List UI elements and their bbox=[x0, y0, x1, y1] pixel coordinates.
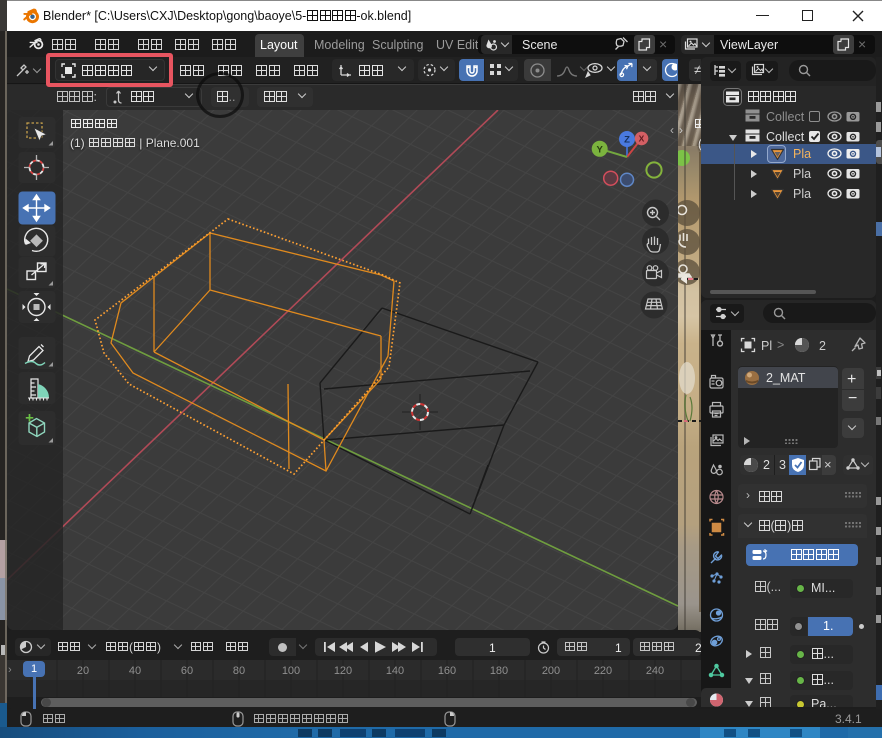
svg-text:220: 220 bbox=[594, 665, 612, 677]
svg-text:Z: Z bbox=[624, 135, 630, 146]
svg-text:100: 100 bbox=[282, 665, 300, 677]
svg-text:X: X bbox=[639, 134, 645, 144]
svg-text:200: 200 bbox=[542, 665, 560, 677]
svg-text:140: 140 bbox=[386, 665, 404, 677]
svg-text:180: 180 bbox=[490, 665, 508, 677]
svg-text:40: 40 bbox=[129, 665, 141, 677]
svg-text:120: 120 bbox=[334, 665, 352, 677]
svg-text:Y: Y bbox=[597, 144, 604, 155]
svg-text:80: 80 bbox=[233, 665, 245, 677]
svg-text:240: 240 bbox=[646, 665, 664, 677]
svg-text:20: 20 bbox=[77, 665, 89, 677]
svg-text:160: 160 bbox=[438, 665, 456, 677]
svg-text:60: 60 bbox=[181, 665, 193, 677]
